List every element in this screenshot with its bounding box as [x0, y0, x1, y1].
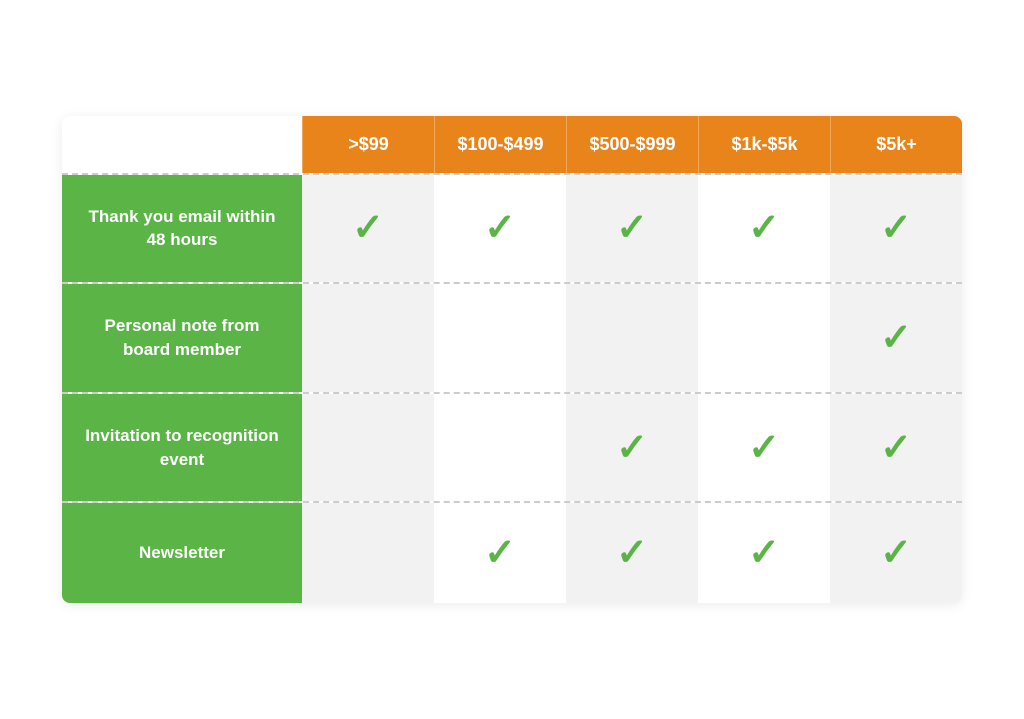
comparison-table: >$99$100-$499$500-$999$1k-$5k$5k+ Thank …: [62, 116, 962, 604]
checkmark-icon: ✓: [616, 534, 648, 572]
cell-row3-col3: ✓: [566, 394, 698, 502]
table-row-row1: Thank you email within 48 hours ✓ ✓ ✓ ✓ ✓: [62, 173, 962, 283]
table-row-row2: Personal note from board member ✓: [62, 282, 962, 392]
checkmark-icon: ✓: [352, 209, 384, 247]
checkmark-icon: ✓: [484, 534, 516, 572]
cell-row1-col2: ✓: [434, 175, 566, 283]
cell-row3-col1: [302, 394, 434, 502]
cell-row2-col1: [302, 284, 434, 392]
checkmark-icon: ✓: [880, 429, 912, 467]
checkmark-icon: ✓: [880, 534, 912, 572]
checkmark-icon: ✓: [880, 209, 912, 247]
checkmark-icon: ✓: [616, 209, 648, 247]
checkmark-icon: ✓: [748, 429, 780, 467]
table-row-row4: Newsletter ✓ ✓ ✓ ✓: [62, 501, 962, 603]
cell-row4-col5: ✓: [830, 503, 962, 603]
checkmark-icon: ✓: [748, 209, 780, 247]
cell-row1-col3: ✓: [566, 175, 698, 283]
cell-row1-col4: ✓: [698, 175, 830, 283]
row-label-row3: Invitation to recognition event: [62, 394, 302, 502]
header-cell-col3: $500-$999: [566, 116, 698, 173]
cell-row3-col4: ✓: [698, 394, 830, 502]
cell-row1-col1: ✓: [302, 175, 434, 283]
cell-row3-col5: ✓: [830, 394, 962, 502]
cell-row3-col2: [434, 394, 566, 502]
cell-row1-col5: ✓: [830, 175, 962, 283]
checkmark-icon: ✓: [616, 429, 648, 467]
table-header: >$99$100-$499$500-$999$1k-$5k$5k+: [62, 116, 962, 173]
checkmark-icon: ✓: [484, 209, 516, 247]
row-label-row4: Newsletter: [62, 503, 302, 603]
header-cell-col1: >$99: [302, 116, 434, 173]
header-cell-col5: $5k+: [830, 116, 962, 173]
cell-row2-col4: [698, 284, 830, 392]
checkmark-icon: ✓: [880, 319, 912, 357]
cell-row4-col3: ✓: [566, 503, 698, 603]
cell-row2-col2: [434, 284, 566, 392]
checkmark-icon: ✓: [748, 534, 780, 572]
header-cell-col2: $100-$499: [434, 116, 566, 173]
cell-row2-col5: ✓: [830, 284, 962, 392]
cell-row2-col3: [566, 284, 698, 392]
header-cell-col4: $1k-$5k: [698, 116, 830, 173]
row-label-row1: Thank you email within 48 hours: [62, 175, 302, 283]
row-label-row2: Personal note from board member: [62, 284, 302, 392]
cell-row4-col2: ✓: [434, 503, 566, 603]
cell-row4-col1: [302, 503, 434, 603]
header-empty-cell: [62, 116, 302, 173]
cell-row4-col4: ✓: [698, 503, 830, 603]
table-row-row3: Invitation to recognition event ✓ ✓ ✓: [62, 392, 962, 502]
